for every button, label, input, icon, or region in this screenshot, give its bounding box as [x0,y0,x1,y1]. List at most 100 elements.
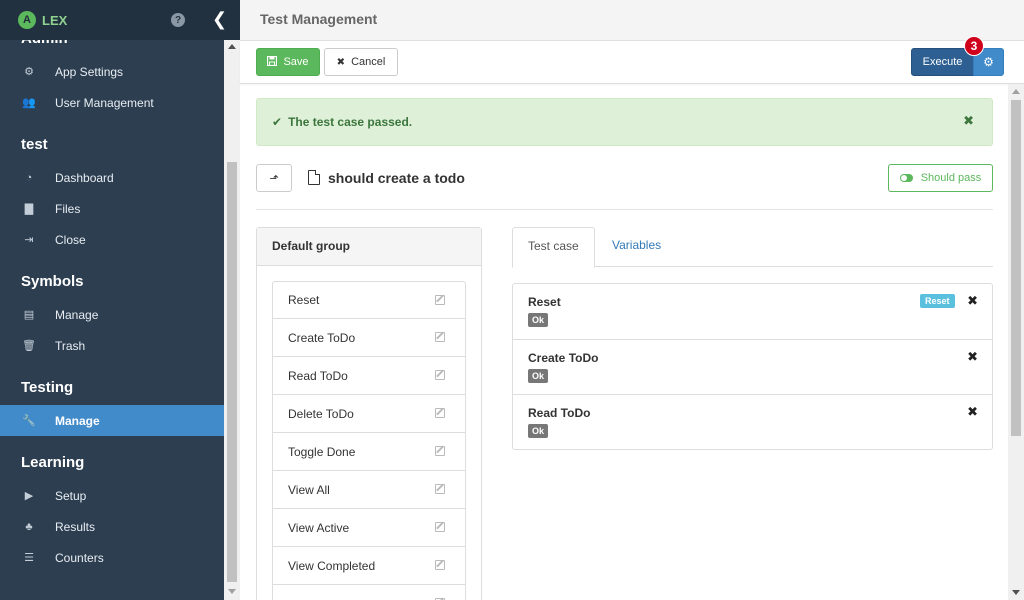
edit-icon[interactable] [435,332,445,342]
save-icon [267,55,278,69]
close-icon: ✖ [336,56,346,68]
save-button[interactable]: Save [256,48,320,76]
test-step[interactable]: Reset Ok Reset ✖ [513,284,992,339]
sidebar-item-label: App Settings [55,64,124,79]
file-icon: ▇ [24,203,34,215]
scrollbar-thumb[interactable] [227,162,237,582]
sidebar-item-setup[interactable]: ▶ Setup [0,480,224,511]
symbol-name: Create ToDo [288,330,356,345]
scroll-down-arrow-icon[interactable] [228,589,236,594]
symbol-list: Reset Create ToDo Read ToDo Delete ToDo Togg… [272,281,466,600]
execute-button[interactable]: Execute [911,48,974,76]
remove-step-icon[interactable]: ✖ [967,404,978,420]
content-area: ✔ The test case passed. ✖ ⬏ should creat… [240,84,1008,600]
save-label: Save [283,56,309,68]
main-area: Test Management Save ✖ Cancel Execute ⚙ … [240,0,1024,600]
sidebar-item-results[interactable]: ♣ Results [0,511,224,542]
page-title: Test Management [260,11,378,27]
test-steps-list: Reset Ok Reset ✖ Create ToDo Ok ✖ Read ToDo Ok ✖ [512,283,993,450]
sidebar-item-dashboard[interactable]: ◔ Dashboard [0,162,224,193]
scroll-up-arrow-icon[interactable] [228,44,236,49]
symbol-name: Reset [288,293,320,307]
app-logo[interactable]: A LEX [18,11,67,29]
list-ol-icon: ☰ [24,552,34,564]
sidebar-section-title: Learning [21,454,85,471]
sidebar-item-label: Manage [55,307,99,322]
tab-test-case[interactable]: Test case [512,227,595,268]
step-result-badge: Ok [528,313,549,327]
sidebar-item-counters[interactable]: ☰ Counters [0,542,224,573]
edit-icon[interactable] [435,560,445,570]
test-case-name: should create a todo [328,170,465,186]
symbol-list-item[interactable]: Reset [272,281,466,319]
cancel-button[interactable]: ✖ Cancel [324,48,398,76]
sidebar-item-label: Results [55,519,96,534]
edit-icon[interactable] [435,484,445,494]
edit-icon[interactable] [435,446,445,456]
scroll-down-arrow-icon[interactable] [1012,590,1020,595]
go-up-button[interactable]: ⬏ [256,164,292,192]
sidebar-item-app-settings[interactable]: ⚙ App Settings [0,56,224,87]
symbol-name: Delete ToDo [288,406,354,421]
sidebar-item-label: Counters [55,550,104,565]
symbol-name: View Active [288,520,350,535]
should-pass-label: Should pass [920,172,982,184]
symbol-list-item[interactable] [272,585,466,600]
sign-out-icon: ⇥ [24,234,34,246]
symbol-name: View All [288,482,330,497]
step-name: Reset [528,295,561,309]
sidebar-item-label: Files [55,201,81,216]
main-scrollbar[interactable] [1008,84,1024,600]
help-icon[interactable]: ? [171,13,185,27]
symbol-list-item[interactable]: View Active [272,509,466,547]
alert-close-icon[interactable]: ✖ [963,113,974,129]
sidebar-item-files[interactable]: ▇ Files [0,193,224,224]
wrench-icon: 🔧 [22,415,36,427]
sidebar-item-trash[interactable]: 🗑 Trash [0,330,224,361]
should-pass-toggle[interactable]: Should pass [888,164,993,192]
sidebar: A LEX ? ❮ Admin ⚙ App Settings 👥 User Manage… [0,0,240,600]
sidebar-item-user-management[interactable]: 👥 User Management [0,87,224,118]
sidebar-section-title: test [21,136,48,153]
symbol-list-item[interactable]: Create ToDo [272,319,466,357]
sidebar-item-label: Dashboard [55,170,114,185]
alert-message: The test case passed. [288,115,413,129]
page-header: Test Management [240,0,1024,41]
toolbar: Save ✖ Cancel Execute ⚙ [240,41,1024,84]
tab-variables[interactable]: Variables [597,227,676,267]
symbol-list-item[interactable]: View All [272,471,466,509]
test-step[interactable]: Read ToDo Ok ✖ [513,394,992,449]
scrollbar-thumb[interactable] [1011,100,1021,436]
remove-step-icon[interactable]: ✖ [967,293,978,309]
sidebar-item-label: Setup [55,488,87,503]
test-step[interactable]: Create ToDo Ok ✖ [513,339,992,394]
gear-icon: ⚙ [983,55,994,69]
sidebar-scrollbar[interactable] [224,40,240,600]
chevron-left-icon[interactable]: ❮ [212,9,227,30]
step-tag-badge: Reset [920,294,955,308]
sidebar-item-label: Trash [55,338,86,353]
symbol-list-item[interactable]: View Completed [272,547,466,585]
check-icon: ✔ [272,115,283,129]
sidebar-item-manage[interactable]: 🔧 Manage [0,405,224,436]
cogs-icon: ⚙ [24,66,34,78]
edit-icon[interactable] [435,370,445,380]
execute-label: Execute [922,56,963,68]
symbol-name: View Completed [288,558,376,573]
sidebar-section-title: Testing [21,379,74,396]
scroll-up-arrow-icon[interactable] [1012,89,1020,94]
symbol-list-item[interactable]: Read ToDo [272,357,466,395]
sidebar-item-label: Manage [55,413,100,428]
edit-icon[interactable] [435,295,445,305]
step-name: Read ToDo [528,406,591,420]
sidebar-item-manage[interactable]: ▤ Manage [0,299,224,330]
sidebar-item-close[interactable]: ⇥ Close [0,224,224,255]
toggle-on-icon [899,174,913,182]
symbol-list-item[interactable]: Toggle Done [272,433,466,471]
group-title: Default group [257,228,481,266]
remove-step-icon[interactable]: ✖ [967,349,978,365]
edit-icon[interactable] [435,408,445,418]
dashboard-icon: ◔ [25,171,33,184]
edit-icon[interactable] [435,522,445,532]
symbol-list-item[interactable]: Delete ToDo [272,395,466,433]
